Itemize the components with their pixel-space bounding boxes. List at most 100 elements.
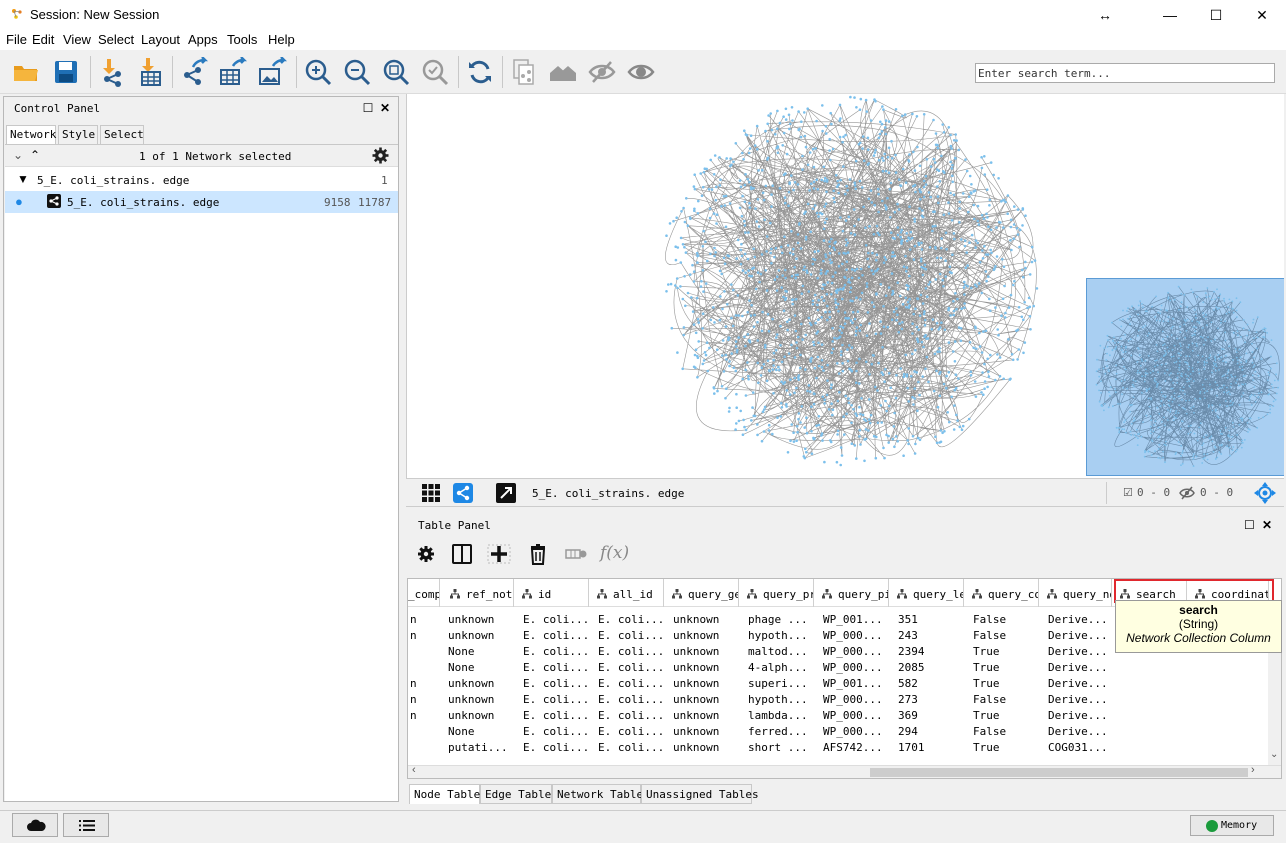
- crosshair-icon[interactable]: [1254, 482, 1276, 504]
- table-cell[interactable]: WP_000...: [823, 629, 893, 642]
- scrollbar-thumb[interactable]: [870, 768, 1248, 777]
- tab-style[interactable]: Style: [58, 125, 98, 144]
- table-cell[interactable]: unknown: [673, 693, 743, 706]
- table-cell[interactable]: WP_000...: [823, 645, 893, 658]
- table-cell[interactable]: WP_000...: [823, 725, 893, 738]
- tab-network[interactable]: Network: [6, 125, 56, 144]
- tab-unassigned-tables[interactable]: Unassigned Tables: [641, 784, 759, 804]
- gear-icon[interactable]: [372, 147, 389, 164]
- table-cell[interactable]: hypoth...: [748, 629, 818, 642]
- table-cell[interactable]: None: [448, 661, 518, 674]
- table-cell[interactable]: 294: [898, 725, 968, 738]
- table-cell[interactable]: hypoth...: [748, 693, 818, 706]
- table-cell[interactable]: Derive...: [1048, 709, 1118, 722]
- tab-edge-table[interactable]: Edge Table: [480, 784, 552, 804]
- table-cell[interactable]: unknown: [448, 693, 518, 706]
- function-builder-icon[interactable]: f(x): [600, 543, 629, 563]
- table-cell[interactable]: unknown: [448, 709, 518, 722]
- float-panel-icon[interactable]: ☐: [361, 101, 375, 115]
- column-header[interactable]: all_id: [591, 579, 664, 607]
- zoom-selected-icon[interactable]: [420, 57, 450, 87]
- column-header[interactable]: query_pro: [741, 579, 814, 607]
- table-cell[interactable]: 273: [898, 693, 968, 706]
- network-canvas[interactable]: [406, 94, 1284, 478]
- table-cell[interactable]: 2085: [898, 661, 968, 674]
- table-cell[interactable]: phage ...: [748, 613, 818, 626]
- table-cell[interactable]: COG031...: [1048, 741, 1118, 754]
- scroll-left-icon[interactable]: ‹: [412, 764, 416, 776]
- table-cell[interactable]: E. coli...: [523, 677, 593, 690]
- table-cell[interactable]: E. coli...: [598, 613, 668, 626]
- menu-layout[interactable]: Layout: [141, 32, 180, 47]
- table-settings-gear-icon[interactable]: [414, 542, 438, 566]
- table-cell[interactable]: None: [448, 645, 518, 658]
- table-cell[interactable]: unknown: [673, 725, 743, 738]
- table-cell[interactable]: unknown: [673, 709, 743, 722]
- table-cell[interactable]: True: [973, 741, 1043, 754]
- table-cell[interactable]: False: [973, 693, 1043, 706]
- tab-node-table[interactable]: Node Table: [409, 784, 480, 804]
- table-cell[interactable]: Derive...: [1048, 677, 1118, 690]
- table-cell[interactable]: unknown: [448, 613, 518, 626]
- add-column-icon[interactable]: [487, 542, 511, 566]
- network-row[interactable]: ● 5_E. coli_strains. edge 9158 11787: [5, 191, 398, 213]
- column-header[interactable]: query_len: [891, 579, 964, 607]
- close-table-panel-icon[interactable]: ✕: [1262, 518, 1272, 532]
- table-cell[interactable]: True: [973, 677, 1043, 690]
- table-cell[interactable]: 4-alph...: [748, 661, 818, 674]
- table-cell[interactable]: superi...: [748, 677, 818, 690]
- column-header[interactable]: query_gen: [666, 579, 739, 607]
- table-cell[interactable]: E. coli...: [523, 661, 593, 674]
- task-list-button[interactable]: [63, 813, 109, 837]
- table-cell[interactable]: unknown: [673, 661, 743, 674]
- menu-select[interactable]: Select: [98, 32, 134, 47]
- import-network-icon[interactable]: [97, 57, 127, 87]
- table-cell[interactable]: E. coli...: [523, 741, 593, 754]
- table-cell[interactable]: WP_000...: [823, 661, 893, 674]
- column-header[interactable]: ref_note: [444, 579, 514, 607]
- table-cell[interactable]: WP_000...: [823, 693, 893, 706]
- menu-edit[interactable]: Edit: [32, 32, 54, 47]
- hide-icon[interactable]: [587, 57, 617, 87]
- table-cell[interactable]: 2394: [898, 645, 968, 658]
- cloud-button[interactable]: [12, 813, 58, 837]
- table-cell[interactable]: Derive...: [1048, 725, 1118, 738]
- show-icon[interactable]: [626, 57, 656, 87]
- table-cell[interactable]: E. coli...: [523, 725, 593, 738]
- share-network-icon[interactable]: [453, 483, 473, 503]
- resize-arrows-icon[interactable]: ↔: [1082, 0, 1128, 30]
- save-icon[interactable]: [51, 57, 81, 87]
- table-cell[interactable]: True: [973, 661, 1043, 674]
- zoom-fit-icon[interactable]: [381, 57, 411, 87]
- table-cell[interactable]: Derive...: [1048, 629, 1118, 642]
- column-header[interactable]: id: [516, 579, 589, 607]
- table-cell[interactable]: E. coli...: [598, 645, 668, 658]
- link-table-icon[interactable]: [564, 542, 588, 566]
- float-table-panel-icon[interactable]: ☐: [1244, 518, 1255, 532]
- maximize-button[interactable]: ☐: [1193, 0, 1239, 30]
- scroll-down-icon[interactable]: ⌄: [1270, 749, 1278, 760]
- table-cell[interactable]: E. coli...: [598, 709, 668, 722]
- table-cell[interactable]: None: [448, 725, 518, 738]
- expand-view-icon[interactable]: [496, 483, 516, 503]
- column-header[interactable]: query_pic: [816, 579, 889, 607]
- table-cell[interactable]: False: [973, 629, 1043, 642]
- menu-file[interactable]: File: [6, 32, 27, 47]
- table-cell[interactable]: E. coli...: [523, 629, 593, 642]
- import-table-icon[interactable]: [135, 57, 165, 87]
- table-cell[interactable]: WP_000...: [823, 709, 893, 722]
- table-cell[interactable]: E. coli...: [523, 645, 593, 658]
- table-cell[interactable]: E. coli...: [523, 693, 593, 706]
- collapse-all-icon[interactable]: ⌃: [30, 148, 40, 162]
- new-network-from-selection-icon[interactable]: [509, 57, 539, 87]
- table-cell[interactable]: unknown: [673, 613, 743, 626]
- table-cell[interactable]: unknown: [448, 629, 518, 642]
- table-cell[interactable]: unknown: [673, 741, 743, 754]
- refresh-icon[interactable]: [465, 57, 495, 87]
- menu-help[interactable]: Help: [268, 32, 295, 47]
- menu-tools[interactable]: Tools: [227, 32, 257, 47]
- export-image-icon[interactable]: [257, 56, 288, 87]
- table-cell[interactable]: unknown: [448, 677, 518, 690]
- table-cell[interactable]: E. coli...: [598, 725, 668, 738]
- table-cell[interactable]: unknown: [673, 629, 743, 642]
